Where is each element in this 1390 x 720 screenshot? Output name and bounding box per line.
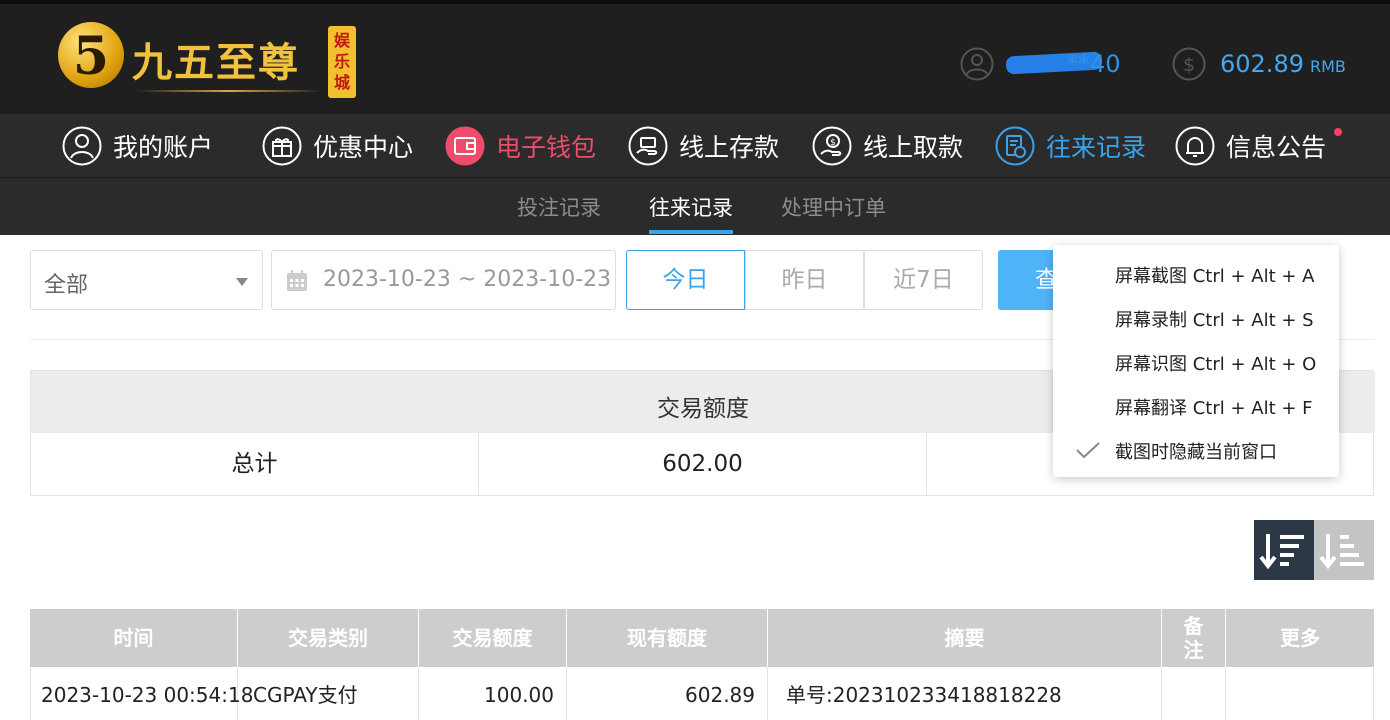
screenshot-context-menu: 屏幕截图 Ctrl + Alt + A 屏幕录制 Ctrl + Alt + S … bbox=[1053, 245, 1339, 477]
nav-label: 我的账户 bbox=[113, 133, 214, 162]
cell-type: CGPAY支付 bbox=[238, 667, 419, 720]
date-range-input[interactable]: 2023-10-23 ~ 2023-10-23 bbox=[271, 250, 616, 310]
sub-nav: 投注记录 往来记录 处理中订单 bbox=[0, 178, 1390, 235]
dollar-icon: $ bbox=[1172, 47, 1206, 81]
sort-asc-icon bbox=[1319, 534, 1364, 570]
col-time: 时间 bbox=[30, 609, 238, 667]
site-logo[interactable]: 5 九五至尊 娱乐城 bbox=[58, 20, 358, 100]
menu-item-screen-recognize[interactable]: 屏幕识图 Ctrl + Alt + O bbox=[1115, 350, 1316, 376]
records-header: 时间 交易类别 交易额度 现有额度 摘要 备注 更多 bbox=[30, 609, 1374, 667]
date-range-value: 2023-10-23 ~ 2023-10-23 bbox=[323, 267, 612, 292]
col-summary: 摘要 bbox=[768, 609, 1162, 667]
col-more: 更多 bbox=[1280, 626, 1320, 650]
tab-bet-records[interactable]: 投注记录 bbox=[517, 192, 601, 222]
sort-ascending-button[interactable] bbox=[1314, 520, 1374, 580]
tab-active-indicator bbox=[649, 230, 733, 234]
balance-currency: RMB bbox=[1309, 56, 1346, 76]
nav-label: 优惠中心 bbox=[313, 133, 414, 162]
menu-item-screenshot[interactable]: 屏幕截图 Ctrl + Alt + A bbox=[1115, 262, 1315, 288]
last-7-days-button[interactable]: 近7日 bbox=[864, 250, 983, 310]
nav-label: 线上存款 bbox=[679, 133, 780, 162]
records-icon bbox=[995, 126, 1035, 166]
bell-icon bbox=[1175, 126, 1215, 166]
calendar-icon bbox=[287, 270, 307, 291]
username: **40 bbox=[1005, 50, 1121, 78]
main-nav: 我的账户 优惠中心 电子钱包 线上存款 $ 线上取款 往来记录 信息公告 bbox=[0, 114, 1390, 178]
withdraw-icon: $ bbox=[812, 126, 852, 166]
user-avatar-icon bbox=[960, 47, 994, 81]
menu-item-screen-record[interactable]: 屏幕录制 Ctrl + Alt + S bbox=[1115, 306, 1314, 332]
col-amount: 交易额度 bbox=[419, 609, 567, 667]
nav-withdraw[interactable]: $ 线上取款 bbox=[812, 124, 963, 168]
today-button[interactable]: 今日 bbox=[626, 250, 745, 310]
nav-my-account[interactable]: 我的账户 bbox=[62, 124, 213, 168]
cell-more[interactable] bbox=[1226, 667, 1374, 720]
summary-header-amount: 交易额度 bbox=[657, 396, 749, 422]
nav-label: 电子钱包 bbox=[496, 133, 597, 162]
chevron-down-icon bbox=[236, 278, 248, 286]
menu-item-screen-translate[interactable]: 屏幕翻译 Ctrl + Alt + F bbox=[1115, 394, 1313, 420]
user-icon bbox=[62, 126, 102, 166]
cell-note bbox=[1162, 667, 1226, 720]
user-info[interactable]: **40 bbox=[960, 46, 1121, 82]
nav-records[interactable]: 往来记录 bbox=[995, 124, 1146, 168]
notification-dot bbox=[1334, 128, 1342, 136]
nav-label: 往来记录 bbox=[1046, 133, 1147, 162]
checkmark-icon bbox=[1076, 442, 1100, 459]
sort-descending-button[interactable] bbox=[1254, 520, 1314, 580]
tab-pending-orders[interactable]: 处理中订单 bbox=[781, 192, 886, 222]
nav-deposit[interactable]: 线上存款 bbox=[628, 124, 779, 168]
logo-badge: 5 bbox=[58, 22, 124, 88]
records-table: 时间 交易类别 交易额度 现有额度 摘要 备注 更多 2023-10-23 00… bbox=[30, 609, 1374, 720]
col-type: 交易类别 bbox=[238, 609, 419, 667]
logo-tag: 娱乐城 bbox=[328, 26, 356, 98]
balance-value: 602.89 bbox=[1220, 50, 1304, 78]
svg-text:$: $ bbox=[1183, 54, 1195, 76]
nav-promotions[interactable]: 优惠中心 bbox=[262, 124, 413, 168]
cell-summary: 单号:20231023341881822​8 bbox=[768, 667, 1162, 720]
type-select[interactable]: 全部 bbox=[30, 250, 263, 310]
cell-current: 602.89 bbox=[567, 667, 768, 720]
nav-announcements[interactable]: 信息公告 bbox=[1175, 124, 1326, 168]
menu-item-hide-window[interactable]: 截图时隐藏当前窗口 bbox=[1115, 438, 1277, 464]
col-note: 备注 bbox=[1162, 609, 1226, 667]
yesterday-button[interactable]: 昨日 bbox=[745, 250, 864, 310]
cell-time: 2023-10-23 00:54:18 bbox=[30, 667, 253, 720]
type-select-value: 全部 bbox=[44, 273, 89, 298]
deposit-icon bbox=[628, 126, 668, 166]
wallet-icon bbox=[445, 126, 485, 166]
cell-amount: 100.00 bbox=[419, 667, 567, 720]
tab-transactions[interactable]: 往来记录 bbox=[649, 192, 733, 222]
nav-label: 信息公告 bbox=[1226, 133, 1327, 162]
logo-text: 九五至尊 bbox=[132, 40, 300, 86]
summary-total-label: 总计 bbox=[31, 433, 479, 495]
balance-info: $ 602.89 RMB bbox=[1172, 46, 1346, 82]
sort-desc-icon bbox=[1259, 534, 1304, 570]
logo-ornament bbox=[136, 90, 322, 92]
logo-mark: 5 bbox=[72, 26, 110, 87]
gift-icon bbox=[262, 126, 302, 166]
nav-label: 线上取款 bbox=[863, 133, 964, 162]
summary-total-amount: 602.00 bbox=[479, 433, 927, 495]
col-current: 现有额度 bbox=[567, 609, 768, 667]
site-header: 5 九五至尊 娱乐城 **40 $ 602.89 RMB bbox=[0, 0, 1390, 114]
svg-text:$: $ bbox=[830, 138, 836, 148]
nav-e-wallet[interactable]: 电子钱包 bbox=[445, 124, 596, 168]
